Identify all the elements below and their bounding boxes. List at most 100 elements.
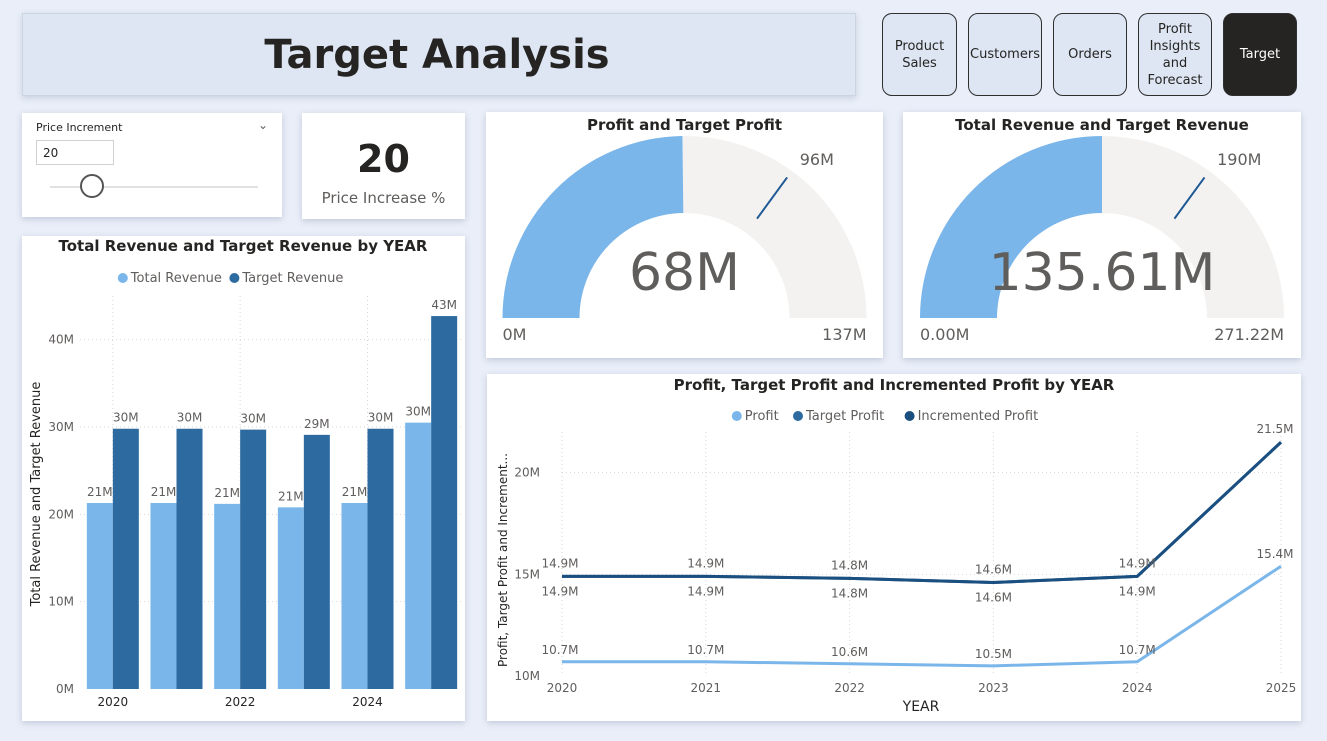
data-label: 30M bbox=[113, 411, 139, 425]
page-title-card: Target Analysis bbox=[22, 13, 856, 96]
revenue-gauge: 135.61M 190M 0.00M 271.22M bbox=[920, 136, 1284, 344]
nav-button-customers[interactable]: Customers bbox=[968, 13, 1042, 96]
profit-by-year-card: Profit, Target Profit and Incremented Pr… bbox=[487, 374, 1301, 721]
data-label: 14.9M bbox=[541, 584, 578, 598]
data-label: 43M bbox=[431, 298, 457, 312]
data-label: 29M bbox=[304, 417, 330, 431]
y-tick-label: 0M bbox=[56, 682, 74, 696]
legend-label: Incremented Profit bbox=[918, 409, 1039, 424]
x-tick-label: 2024 bbox=[1122, 681, 1153, 695]
profit-gauge: 68M 96M 0M 137M bbox=[502, 136, 867, 344]
bar bbox=[240, 429, 267, 689]
nav-button-product-sales[interactable]: Product Sales bbox=[882, 13, 957, 96]
price-increment-slicer: Price Increment ⌄ bbox=[22, 113, 282, 217]
revenue-gauge-card: Total Revenue and Target Revenue 135.61M… bbox=[903, 112, 1301, 358]
data-label: 21M bbox=[151, 485, 177, 499]
y-tick-label: 15M bbox=[514, 567, 540, 581]
bar bbox=[431, 316, 458, 689]
x-tick-label: 2022 bbox=[834, 681, 865, 695]
slider-handle[interactable] bbox=[80, 174, 104, 198]
data-label: 10.6M bbox=[831, 645, 868, 659]
bar bbox=[176, 428, 203, 689]
data-label: 14.6M bbox=[975, 590, 1012, 604]
y-tick-label: 20M bbox=[48, 507, 74, 521]
bar bbox=[367, 428, 394, 689]
revenue-by-year-card: Total Revenue and Target Revenue by YEAR… bbox=[22, 236, 465, 721]
price-increment-input[interactable] bbox=[36, 140, 114, 165]
page-title: Target Analysis bbox=[264, 31, 610, 78]
bar bbox=[214, 503, 241, 689]
legend-label: Target Revenue bbox=[241, 271, 343, 286]
nav-button-target[interactable]: Target bbox=[1223, 13, 1297, 96]
x-axis-title: YEAR bbox=[902, 699, 940, 715]
chart-title: Profit, Target Profit and Incremented Pr… bbox=[674, 376, 1115, 394]
data-label: 30M bbox=[177, 411, 203, 425]
bar bbox=[277, 507, 304, 689]
x-tick-label: 2025 bbox=[1266, 681, 1297, 695]
data-label: 14.6M bbox=[975, 562, 1012, 576]
gauge-value-label: 135.61M bbox=[989, 243, 1216, 303]
y-axis-title: Profit, Target Profit and Increment... bbox=[496, 453, 510, 667]
legend-marker bbox=[904, 411, 915, 421]
legend-marker bbox=[731, 411, 742, 421]
data-label: 21M bbox=[87, 485, 113, 499]
gauge-min-label: 0.00M bbox=[920, 325, 969, 344]
nav-button-orders[interactable]: Orders bbox=[1053, 13, 1127, 96]
legend-label: Total Revenue bbox=[130, 271, 222, 286]
kpi-label: Price Increase % bbox=[321, 189, 446, 207]
legend-label: Profit bbox=[745, 409, 779, 424]
data-label: 14.8M bbox=[831, 558, 868, 572]
y-tick-label: 10M bbox=[48, 595, 74, 609]
data-label: 14.9M bbox=[541, 556, 578, 570]
y-tick-label: 30M bbox=[48, 420, 74, 434]
data-label: 21.5M bbox=[1256, 422, 1293, 436]
bar bbox=[86, 502, 113, 689]
chart-title: Total Revenue and Target Revenue by YEAR bbox=[59, 237, 428, 255]
revenue-bar-chart: Total Revenue and Target Revenue by YEAR… bbox=[29, 237, 462, 709]
data-label: 14.9M bbox=[687, 584, 724, 598]
gauge-target-label: 96M bbox=[800, 150, 834, 169]
gauge-min-label: 0M bbox=[503, 325, 527, 344]
data-label: 15.4M bbox=[1256, 547, 1293, 561]
price-increase-kpi-card: 20 Price Increase % bbox=[302, 113, 465, 219]
bar bbox=[405, 422, 432, 689]
x-tick-label: 2020 bbox=[98, 695, 129, 709]
data-label: 21M bbox=[214, 486, 240, 500]
data-label: 14.8M bbox=[831, 586, 868, 600]
y-tick-label: 20M bbox=[514, 466, 540, 480]
legend-marker bbox=[229, 273, 240, 283]
data-label: 14.9M bbox=[687, 556, 724, 570]
data-label: 10.7M bbox=[1119, 643, 1156, 657]
series-line bbox=[562, 441, 1283, 584]
x-tick-label: 2023 bbox=[978, 681, 1009, 695]
slicer-label: Price Increment bbox=[36, 121, 123, 134]
data-label: 21M bbox=[342, 485, 368, 499]
gauge-max-label: 137M bbox=[822, 325, 866, 344]
profit-gauge-card: Profit and Target Profit 68M 96M 0M 137M bbox=[486, 112, 883, 358]
chevron-down-icon[interactable]: ⌄ bbox=[258, 118, 268, 132]
gauge-target-label: 190M bbox=[1217, 150, 1261, 169]
gauge-max-label: 271.22M bbox=[1214, 325, 1284, 344]
bar bbox=[112, 428, 139, 689]
bar bbox=[150, 502, 177, 689]
legend-marker bbox=[793, 411, 803, 421]
data-label: 30M bbox=[405, 405, 431, 419]
x-tick-label: 2020 bbox=[547, 681, 578, 695]
y-axis-title: Total Revenue and Target Revenue bbox=[29, 382, 44, 608]
bar bbox=[303, 434, 330, 689]
profit-line-chart: Profit, Target Profit and Incremented Pr… bbox=[496, 376, 1297, 715]
nav-button-profit-insights[interactable]: Profit Insights and Forecast bbox=[1138, 13, 1212, 96]
kpi-value: 20 bbox=[357, 137, 410, 181]
x-tick-label: 2024 bbox=[352, 695, 383, 709]
data-label: 30M bbox=[240, 412, 266, 426]
data-label: 10.7M bbox=[541, 643, 578, 657]
series-line bbox=[562, 441, 1283, 584]
data-label: 30M bbox=[368, 411, 394, 425]
data-label: 10.5M bbox=[975, 647, 1012, 661]
legend-marker bbox=[117, 273, 128, 283]
legend-label: Target Profit bbox=[805, 409, 884, 424]
data-label: 14.9M bbox=[1119, 584, 1156, 598]
data-label: 10.7M bbox=[687, 643, 724, 657]
bar bbox=[341, 502, 368, 689]
x-tick-label: 2022 bbox=[225, 695, 256, 709]
